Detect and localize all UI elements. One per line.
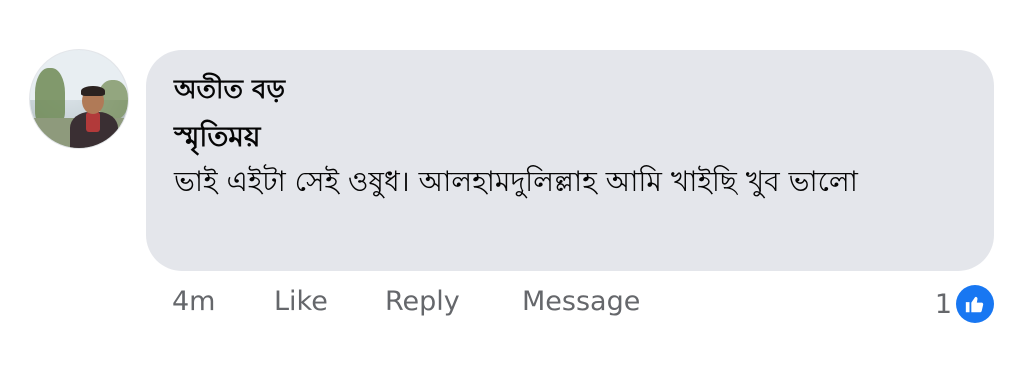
thumbs-up-icon: [956, 285, 994, 323]
comment-text: স্মৃতিময় ভাই এইটা সেই ওষুধ। আলহামদুলিল্…: [174, 114, 964, 204]
comment-actions: 4m Like Reply Message: [0, 284, 1024, 324]
message-button[interactable]: Message: [522, 286, 640, 317]
avatar[interactable]: [30, 50, 128, 148]
reaction-summary[interactable]: 1: [935, 284, 994, 324]
reply-button[interactable]: Reply: [385, 286, 460, 317]
comment-author-name[interactable]: অতীত বড়: [174, 69, 285, 113]
comment-text-line2: ভাই এইটা সেই ওষুধ। আলহামদুলিল্লাহ আমি খা…: [174, 165, 858, 198]
comment-timestamp[interactable]: 4m: [172, 286, 215, 317]
like-button[interactable]: Like: [274, 286, 328, 317]
comment-text-line1: স্মৃতিময়: [174, 120, 261, 153]
reaction-count: 1: [934, 288, 952, 320]
comment-bubble: অতীত বড় স্মৃতিময় ভাই এইটা সেই ওষুধ। আল…: [146, 50, 994, 271]
avatar-tree: [35, 68, 65, 123]
avatar-person-hair: [81, 86, 105, 96]
avatar-person-scarf: [86, 112, 100, 132]
